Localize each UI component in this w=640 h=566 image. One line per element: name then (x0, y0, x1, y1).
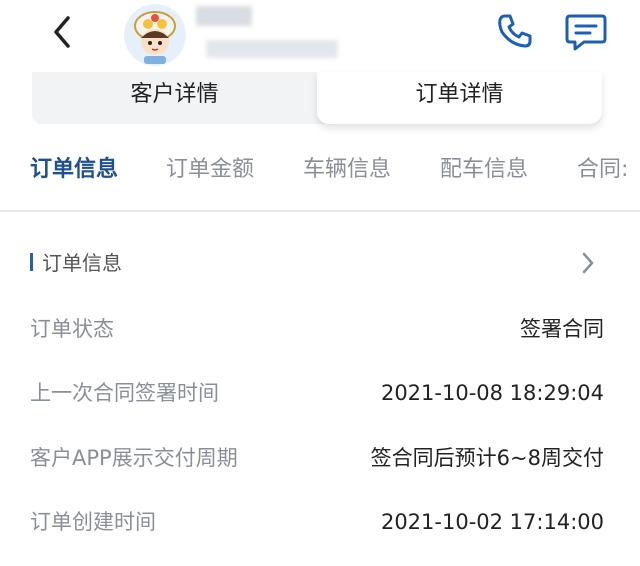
order-subtabs: 订单信息 订单金额 车辆信息 配车信息 合同: (0, 148, 640, 192)
avatar[interactable] (124, 4, 186, 66)
section-header-order-info[interactable]: 订单信息 (30, 246, 610, 280)
chevron-right-icon (582, 252, 594, 274)
info-row-created-time: 订单创建时间 2021-10-02 17:14:00 (30, 502, 604, 542)
info-row-last-contract-time: 上一次合同签署时间 2021-10-08 18:29:04 (30, 373, 604, 413)
tab-customer-details[interactable]: 客户详情 (32, 72, 317, 124)
chevron-left-icon[interactable] (48, 14, 80, 50)
row-label: 订单创建时间 (30, 510, 156, 534)
row-value: 2021-10-08 18:29:04 (380, 381, 604, 405)
cartoon-avatar-icon (125, 5, 185, 65)
detail-segment-control: 客户详情 订单详情 (32, 72, 602, 124)
chat-icon[interactable] (564, 12, 608, 52)
section-accent-bar (30, 253, 33, 271)
row-value: 签合同后预计6~8周交付 (370, 446, 604, 470)
phone-icon[interactable] (496, 12, 534, 50)
subtab-allocation-info[interactable]: 配车信息 (440, 148, 528, 192)
tab-order-details[interactable]: 订单详情 (317, 72, 602, 124)
subtab-contract[interactable]: 合同: (577, 148, 628, 192)
row-value: 2021-10-02 17:14:00 (380, 510, 604, 534)
subtab-order-info[interactable]: 订单信息 (30, 148, 118, 192)
row-label: 上一次合同签署时间 (30, 381, 219, 405)
row-label: 订单状态 (30, 317, 114, 341)
section-title: 订单信息 (42, 251, 122, 275)
blurred-subtitle (206, 40, 338, 58)
info-row-delivery-period: 客户APP展示交付周期 签合同后预计6~8周交付 (30, 438, 604, 478)
row-label: 客户APP展示交付周期 (30, 446, 238, 470)
subtab-order-amount[interactable]: 订单金额 (166, 148, 254, 192)
blurred-name (196, 6, 252, 26)
subtab-vehicle-info[interactable]: 车辆信息 (303, 148, 391, 192)
top-bar (0, 0, 640, 72)
row-value: 签署合同 (520, 317, 604, 341)
info-row-order-status: 订单状态 签署合同 (30, 309, 604, 349)
divider (0, 210, 640, 212)
